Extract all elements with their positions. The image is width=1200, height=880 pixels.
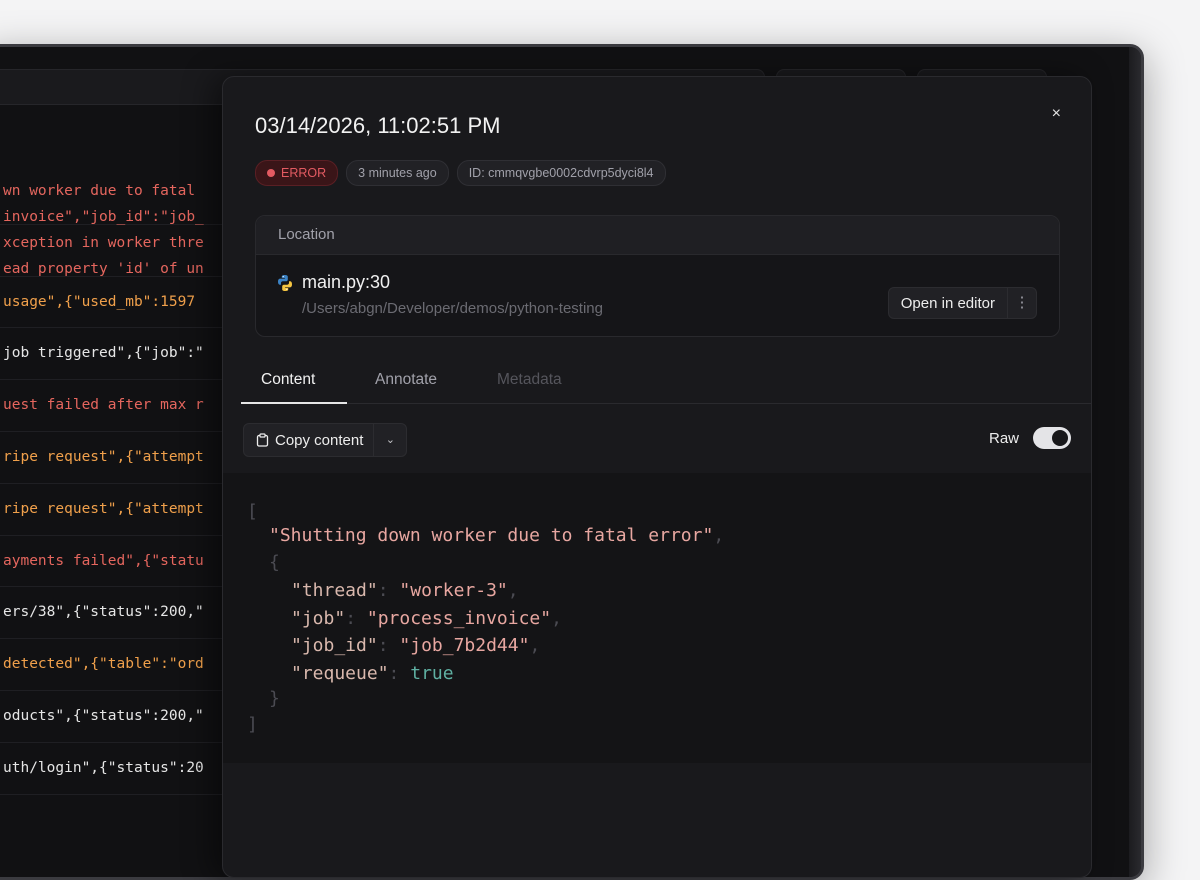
log-row[interactable]: ers/38",{"status":200," (0, 587, 243, 640)
json-key: "job_id" (291, 635, 378, 656)
log-row-text: wn worker due to fatal (3, 183, 196, 199)
location-file: main.py:30 (276, 272, 390, 293)
log-timestamp: 03/14/2026, 11:02:51 PM (255, 113, 501, 138)
relative-time-badge: 3 minutes ago (346, 160, 449, 186)
id-badge[interactable]: ID: cmmqvgbe0002cdvrp5dyci8l4 (456, 160, 666, 186)
level-badge: ERROR (255, 160, 339, 186)
level-badge-label: ERROR (281, 166, 327, 180)
chevron-down-icon[interactable]: ⌄ (373, 424, 406, 456)
log-list: wn worker due to fatal invoice","job_id":… (0, 173, 243, 795)
json-key: "requeue" (291, 662, 389, 684)
log-row[interactable]: uth/login",{"status":20 (0, 743, 243, 795)
json-open-brace: { (269, 552, 280, 573)
json-message: "Shutting down worker due to fatal error… (269, 525, 714, 546)
log-row-text: ripe request",{"attempt (3, 448, 204, 465)
python-icon (278, 274, 292, 291)
log-row[interactable]: detected",{"table":"ord (0, 639, 243, 691)
json-value: "job_7b2d44" (399, 635, 530, 656)
log-row-text: ers/38",{"status":200," (3, 604, 204, 621)
location-header: Location (256, 216, 1059, 255)
window-edge (1129, 47, 1141, 877)
badge-row: ERROR 3 minutes ago ID: cmmqvgbe0002cdvr… (255, 160, 666, 186)
tab-annotate[interactable]: Annotate (375, 371, 437, 389)
log-row-text: invoice","job_id":"job_ (3, 209, 204, 225)
json-close-brace: } (269, 688, 280, 709)
content-toolbar: Copy content ⌄ Raw (243, 423, 1071, 459)
json-field-line: "job_id": "job_7b2d44", (291, 635, 541, 656)
open-in-editor-button[interactable]: Open in editor (889, 295, 1007, 312)
json-key: "job" (291, 607, 346, 629)
log-row[interactable]: ripe request",{"attempt (0, 432, 243, 484)
log-row-text: xception in worker thre (3, 234, 204, 251)
json-message-line: "Shutting down worker due to fatal error… (269, 525, 725, 546)
copy-content-button[interactable]: Copy content (244, 432, 373, 449)
location-file-name[interactable]: main.py:30 (302, 272, 390, 293)
json-field-line: "job": "process_invoice", (291, 607, 562, 629)
copy-content-label: Copy content (275, 431, 364, 449)
log-row[interactable]: ayments failed",{"statu (0, 536, 243, 588)
log-detail-panel: × 03/14/2026, 11:02:51 PM ERROR 3 minute… (222, 76, 1092, 878)
tab-content[interactable]: Content (261, 371, 315, 389)
log-row[interactable]: job triggered",{"job":" (0, 328, 243, 381)
log-row-text: uest failed after max r (3, 397, 204, 414)
clipboard-icon (256, 433, 269, 447)
more-options-icon[interactable]: ⋮ (1007, 288, 1036, 318)
log-row-text: oducts",{"status":200," (3, 707, 204, 724)
log-row-text: detected",{"table":"ord (3, 656, 204, 673)
log-row[interactable]: oducts",{"status":200," (0, 691, 243, 743)
toggle-knob (1052, 430, 1068, 446)
json-value: "worker-3" (399, 580, 508, 601)
json-viewer: [ "Shutting down worker due to fatal err… (223, 473, 1091, 763)
active-tab-indicator (241, 402, 347, 404)
log-row[interactable]: xception in worker thre ead property 'id'… (0, 225, 243, 277)
open-in-editor-group: Open in editor ⋮ (887, 287, 1037, 319)
copy-group: Copy content ⌄ (243, 423, 408, 457)
log-row-text: usage",{"used_mb":1597 (3, 293, 196, 310)
log-row[interactable]: usage",{"used_mb":1597 (0, 277, 243, 329)
log-row-text: job triggered",{"job":" (3, 345, 204, 362)
log-row[interactable]: wn worker due to fatal invoice","job_id":… (0, 173, 243, 225)
raw-toggle[interactable] (1033, 427, 1071, 449)
log-row-text: ead property 'id' of un (3, 260, 204, 277)
log-row[interactable]: uest failed after max r (0, 380, 243, 432)
error-dot-icon (267, 169, 275, 177)
location-path: /Users/abgn/Developer/demos/python-testi… (302, 300, 603, 317)
json-field-line: "thread": "worker-3", (291, 580, 519, 601)
json-open-bracket: [ (247, 501, 258, 522)
json-field-line: "requeue": true (291, 662, 454, 684)
log-row-text: ripe request",{"attempt (3, 500, 204, 517)
raw-label: Raw (988, 430, 1019, 447)
log-row[interactable]: ripe request",{"attempt (0, 484, 243, 536)
json-close-bracket: ] (247, 714, 258, 735)
tab-metadata[interactable]: Metadata (497, 371, 562, 389)
location-card: Location main.py:30 /Users/abgn/Develope… (255, 215, 1060, 337)
log-row-text: ayments failed",{"statu (3, 552, 204, 569)
json-key: "thread" (291, 580, 378, 601)
log-row-text: uth/login",{"status":20 (3, 759, 204, 776)
json-value: true (410, 662, 454, 684)
detail-tabs: Content Annotate Metadata (241, 361, 1091, 404)
json-value: "process_invoice" (366, 607, 552, 629)
close-button[interactable]: × (1052, 105, 1061, 123)
